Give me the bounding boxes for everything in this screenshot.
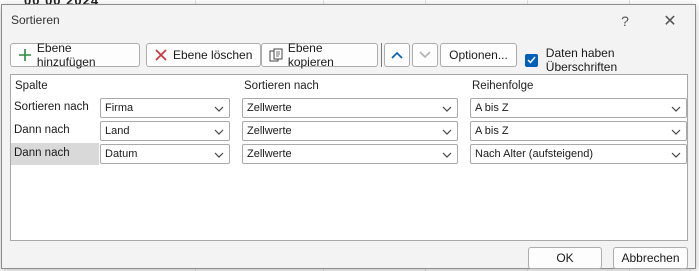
column-header-order: Reihenfolge — [472, 80, 534, 92]
move-down-button[interactable] — [412, 43, 438, 67]
toolbar: Ebene hinzufügen Ebene löschen Ebene kop… — [10, 41, 687, 74]
order-select[interactable]: Nach Alter (aufsteigend) — [470, 144, 687, 164]
ok-button[interactable]: OK — [528, 247, 602, 269]
column-select-value: Firma — [105, 102, 134, 114]
add-level-label: Ebene hinzufügen — [36, 41, 96, 69]
chevron-down-icon — [441, 126, 453, 138]
column-select[interactable]: Land — [100, 121, 230, 141]
copy-level-button[interactable]: Ebene kopieren — [261, 41, 378, 69]
chevron-down-icon — [670, 126, 682, 138]
sort-on-select-value: Zellwerte — [247, 125, 292, 137]
sort-on-select[interactable]: Zellwerte — [242, 144, 458, 164]
headers-checkbox-label: Daten haben Überschriften — [545, 46, 618, 74]
column-select[interactable]: Datum — [100, 144, 230, 164]
row-label: Sortieren nach — [14, 101, 89, 113]
chevron-down-icon — [213, 149, 225, 161]
order-select-value: A bis Z — [475, 125, 509, 137]
chevron-up-icon — [391, 48, 403, 62]
dialog-title: Sortieren — [11, 13, 60, 27]
sort-on-select[interactable]: Zellwerte — [242, 98, 458, 118]
chevron-down-icon — [419, 48, 431, 62]
sort-levels-grid: Spalte Sortieren nach Reihenfolge Sortie… — [10, 74, 688, 241]
plus-icon — [17, 47, 33, 63]
close-button[interactable]: ✕ — [652, 8, 688, 34]
cancel-button[interactable]: Abbrechen — [613, 247, 688, 269]
chevron-down-icon — [213, 103, 225, 115]
sort-level-row[interactable]: Sortieren nach Firma Zellwerte A bis Z — [11, 97, 687, 119]
sort-level-row[interactable]: Dann nach Land Zellwerte A bis Z — [11, 120, 687, 142]
options-button[interactable]: Optionen... — [440, 43, 517, 67]
order-select-value: Nach Alter (aufsteigend) — [475, 148, 594, 160]
order-select[interactable]: A bis Z — [470, 98, 687, 118]
order-select[interactable]: A bis Z — [470, 121, 687, 141]
chevron-down-icon — [670, 103, 682, 115]
sort-on-select-value: Zellwerte — [247, 148, 292, 160]
move-up-button[interactable] — [384, 43, 410, 67]
chevron-down-icon — [670, 149, 682, 161]
column-select[interactable]: Firma — [100, 98, 230, 118]
sort-level-row-selected[interactable]: Dann nach Datum Zellwerte Nach Alter (au… — [11, 143, 687, 165]
options-label: Optionen... — [449, 48, 508, 62]
delete-level-button[interactable]: Ebene löschen — [146, 43, 261, 67]
copy-icon — [268, 47, 284, 63]
delete-level-label: Ebene löschen — [173, 48, 253, 62]
chevron-down-icon — [441, 103, 453, 115]
delete-x-icon — [153, 47, 169, 63]
chevron-down-icon — [441, 149, 453, 161]
sort-on-select[interactable]: Zellwerte — [242, 121, 458, 141]
row-label: Dann nach — [14, 124, 70, 136]
help-button[interactable]: ? — [607, 8, 643, 34]
headers-checkbox[interactable] — [525, 53, 538, 67]
toolbar-separator — [381, 43, 382, 67]
headers-checkbox-row[interactable]: Daten haben Überschriften — [525, 46, 687, 74]
sort-dialog: Sortieren ? ✕ Ebene hinzufügen Ebene lös… — [1, 4, 696, 269]
chevron-down-icon — [213, 126, 225, 138]
column-select-value: Datum — [105, 148, 138, 160]
column-header-spalte: Spalte — [15, 80, 48, 92]
title-bar: Sortieren ? ✕ — [2, 5, 695, 35]
copy-level-label: Ebene kopieren — [287, 41, 334, 69]
order-select-value: A bis Z — [475, 102, 509, 114]
sort-on-select-value: Zellwerte — [247, 102, 292, 114]
column-select-value: Land — [105, 125, 130, 137]
add-level-button[interactable]: Ebene hinzufügen — [10, 41, 140, 69]
column-header-sort-on: Sortieren nach — [244, 80, 319, 92]
row-label: Dann nach — [14, 147, 70, 159]
